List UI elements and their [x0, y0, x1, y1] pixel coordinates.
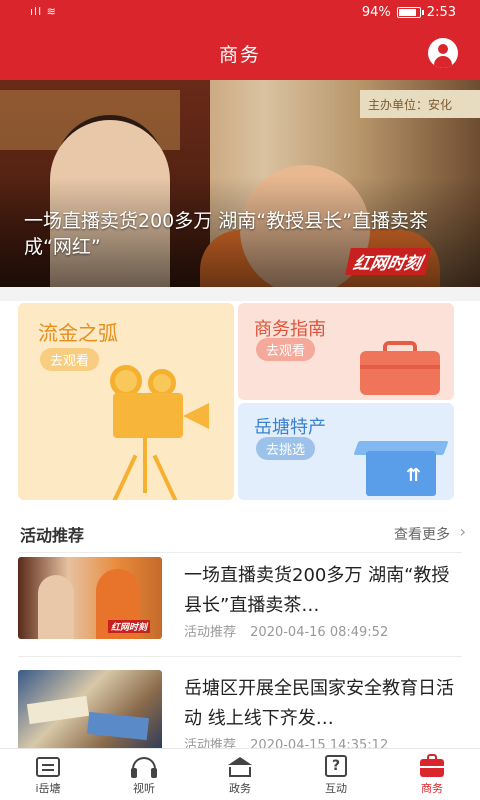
briefcase-icon — [360, 351, 440, 395]
thumb-watermark: 红网时刻 — [107, 620, 150, 633]
view-more-link[interactable]: 查看更多 — [394, 524, 450, 544]
tab-video[interactable]: 视听 — [96, 749, 192, 800]
tab-interaction[interactable]: ? 互动 — [288, 749, 384, 800]
news-title[interactable]: 岳塘区开展全民国家安全教育日活动 线上线下齐发… — [184, 674, 460, 734]
document-icon — [36, 757, 60, 777]
status-right: 94% 2:53 — [362, 5, 456, 20]
battery-percent: 94% — [361, 5, 391, 20]
battery-icon — [396, 7, 424, 18]
tab-label: 互动 — [325, 782, 347, 795]
section-title: 活动推荐 — [20, 526, 85, 545]
news-time: 2020-04-16 08:49:52 — [250, 625, 389, 640]
banner-sign: 主办单位：安化 — [360, 90, 480, 118]
user-icon[interactable] — [428, 38, 458, 68]
card-local-products[interactable]: 岳塘特产 去挑选 ⇈ — [238, 403, 454, 500]
tab-label: i岳塘 — [35, 782, 61, 795]
tab-label: 商务 — [421, 782, 443, 795]
news-tag: 活动推荐 — [184, 625, 237, 640]
news-thumbnail — [18, 670, 162, 752]
news-meta: 活动推荐 2020-04-16 08:49:52 — [184, 621, 388, 640]
tab-business[interactable]: 商务 — [384, 749, 480, 800]
tab-label: 政务 — [229, 782, 251, 795]
tab-label: 视听 — [133, 782, 155, 795]
card-business-guide[interactable]: 商务指南 去观看 — [238, 303, 454, 400]
news-title[interactable]: 一场直播卖货200多万 湖南“教授县长”直播卖茶… — [184, 561, 460, 621]
section-separator — [0, 287, 480, 301]
app-header: 商务 — [0, 26, 480, 80]
card-action-button[interactable]: 去观看 — [40, 348, 100, 371]
card-title: 岳塘特产 — [254, 417, 326, 438]
status-bar: ıll ≋ 94% 2:53 — [0, 0, 480, 26]
news-thumbnail: 红网时刻 — [18, 557, 162, 639]
tab-government[interactable]: 政务 — [192, 749, 288, 800]
card-action-button[interactable]: 去观看 — [256, 338, 316, 361]
tab-iyuetang[interactable]: i岳塘 — [0, 749, 96, 800]
list-item[interactable]: 红网时刻 一场直播卖货200多万 湖南“教授县长”直播卖茶… 活动推荐 2020… — [0, 557, 480, 667]
chevron-right-icon[interactable]: › — [460, 522, 466, 541]
banner-watermark: 红网时刻 — [345, 248, 431, 275]
briefcase-icon — [420, 754, 444, 777]
headphones-icon — [131, 757, 157, 778]
package-box-icon — [366, 451, 436, 496]
card-liujin[interactable]: 流金之弧 去观看 — [18, 303, 234, 500]
arrow-up-icon: ⇈ — [406, 465, 422, 486]
card-action-button[interactable]: 去挑选 — [256, 437, 316, 460]
question-icon: ? — [325, 755, 347, 777]
activity-section-header: 活动推荐 查看更多 › — [0, 512, 480, 552]
signal-icon: ıll ≋ — [30, 5, 57, 18]
bottom-tab-bar: i岳塘 视听 政务 ? 互动 商务 — [0, 748, 480, 800]
card-title: 流金之弧 — [38, 321, 118, 345]
page-title: 商务 — [218, 44, 261, 66]
clock: 2:53 — [426, 5, 456, 20]
banner-carousel[interactable]: 主办单位：安化 一场直播卖货200多万 湖南“教授县长”直播卖茶成“网红” 红网… — [0, 80, 480, 287]
government-building-icon — [227, 755, 253, 779]
